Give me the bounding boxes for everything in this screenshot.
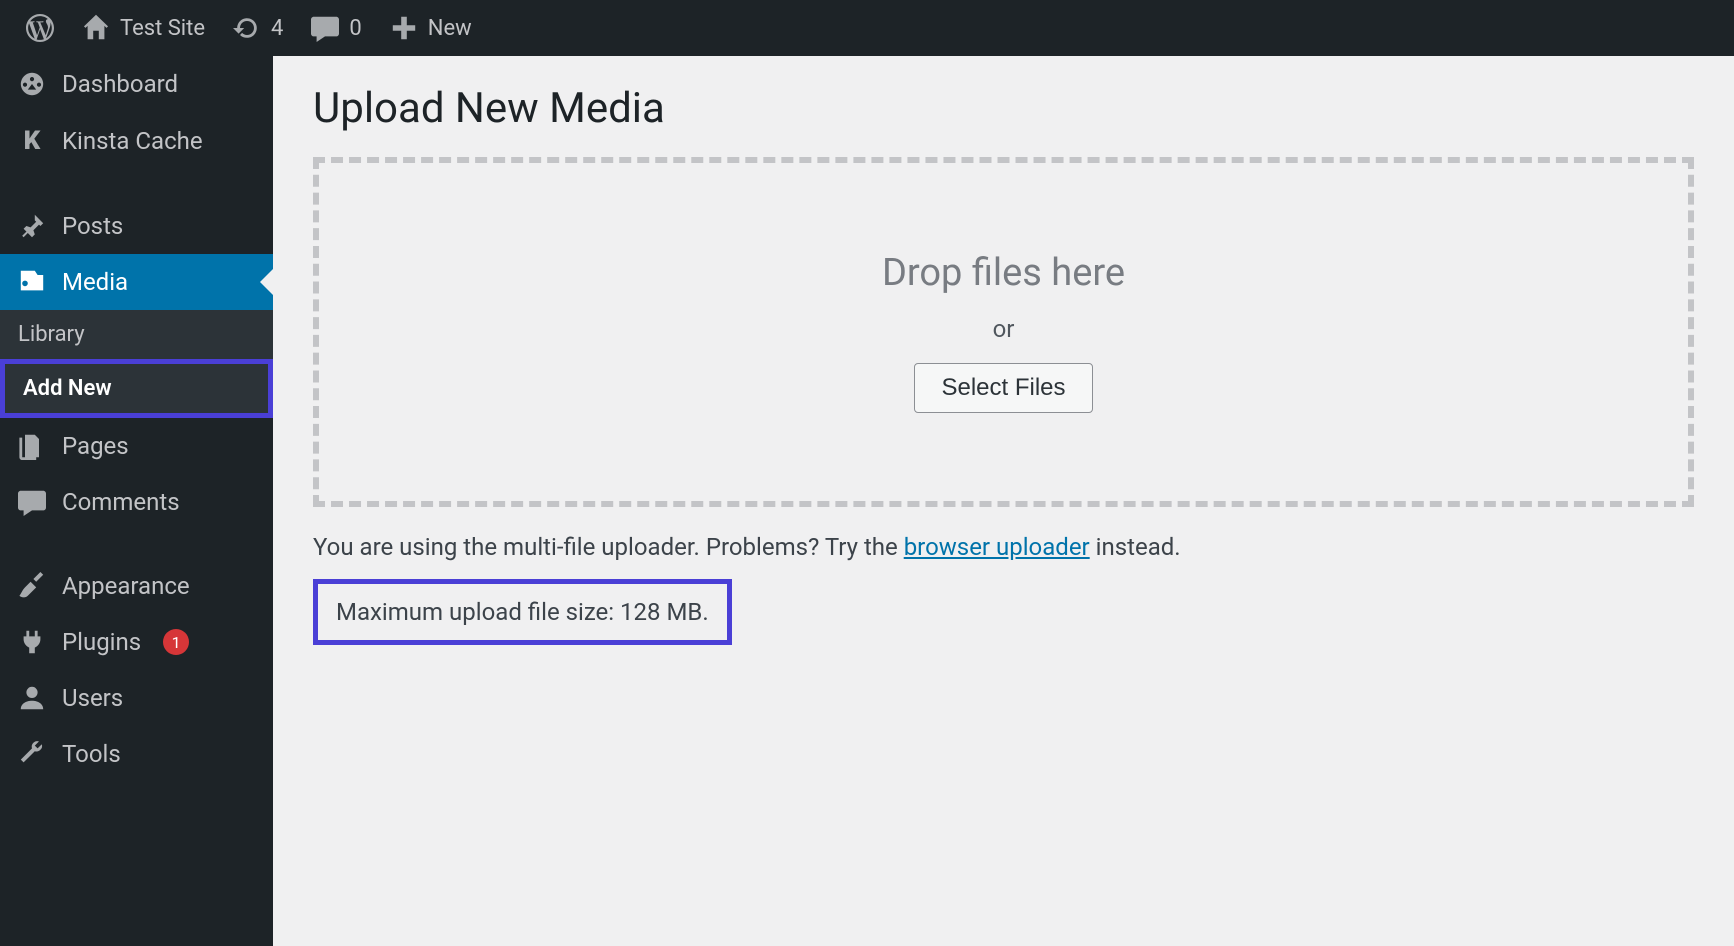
media-submenu: Library Add New <box>0 310 273 418</box>
site-link[interactable]: Test Site <box>68 0 219 56</box>
browser-uploader-link[interactable]: browser uploader <box>904 533 1090 561</box>
new-content-link[interactable]: New <box>376 0 486 56</box>
new-label: New <box>428 16 472 41</box>
sidebar-item-label: Pages <box>62 432 129 460</box>
pages-icon <box>18 432 46 460</box>
sidebar-item-plugins[interactable]: Plugins 1 <box>0 614 273 670</box>
comments-icon <box>18 488 46 516</box>
sidebar-item-kinsta[interactable]: K Kinsta Cache <box>0 112 273 170</box>
admin-sidebar: Dashboard K Kinsta Cache Posts Media Lib… <box>0 56 273 946</box>
wp-logo[interactable] <box>12 0 68 56</box>
kinsta-icon: K <box>18 126 46 156</box>
hint-prefix: You are using the multi-file uploader. P… <box>313 533 904 561</box>
sidebar-item-label: Tools <box>62 740 121 768</box>
hint-suffix: instead. <box>1090 533 1181 561</box>
or-text: or <box>993 315 1015 343</box>
admin-bar: Test Site 4 0 New <box>0 0 1734 56</box>
comments-link[interactable]: 0 <box>297 0 375 56</box>
sidebar-item-media[interactable]: Media <box>0 254 273 310</box>
sidebar-item-label: Users <box>62 684 123 712</box>
sidebar-item-appearance[interactable]: Appearance <box>0 558 273 614</box>
upload-dropzone[interactable]: Drop files here or Select Files <box>313 157 1694 507</box>
plug-icon <box>18 628 46 656</box>
wordpress-icon <box>26 14 54 42</box>
refresh-icon <box>233 14 261 42</box>
submenu-add-new[interactable]: Add New <box>0 359 273 418</box>
sidebar-item-label: Kinsta Cache <box>62 127 203 155</box>
user-icon <box>18 684 46 712</box>
uploader-hint: You are using the multi-file uploader. P… <box>313 533 1694 561</box>
dashboard-icon <box>18 70 46 98</box>
main-content: Upload New Media Drop files here or Sele… <box>273 56 1734 946</box>
sidebar-item-tools[interactable]: Tools <box>0 726 273 782</box>
brush-icon <box>18 572 46 600</box>
home-icon <box>82 14 110 42</box>
drop-files-text: Drop files here <box>882 251 1125 295</box>
updates-count: 4 <box>271 16 283 41</box>
comment-icon <box>311 14 339 42</box>
pin-icon <box>18 212 46 240</box>
sidebar-item-users[interactable]: Users <box>0 670 273 726</box>
sidebar-item-label: Posts <box>62 212 123 240</box>
page-title: Upload New Media <box>313 84 1694 133</box>
site-name-label: Test Site <box>120 16 205 41</box>
media-icon <box>18 268 46 296</box>
sidebar-item-label: Plugins <box>62 628 141 656</box>
sidebar-item-label: Comments <box>62 488 180 516</box>
max-upload-size: Maximum upload file size: 128 MB. <box>313 579 732 645</box>
submenu-library[interactable]: Library <box>0 310 273 359</box>
plugins-update-badge: 1 <box>163 629 189 655</box>
sidebar-item-posts[interactable]: Posts <box>0 198 273 254</box>
sidebar-item-label: Appearance <box>62 572 190 600</box>
plus-icon <box>390 14 418 42</box>
sidebar-item-pages[interactable]: Pages <box>0 418 273 474</box>
comments-count: 0 <box>349 16 361 41</box>
wrench-icon <box>18 740 46 768</box>
sidebar-item-label: Media <box>62 268 128 296</box>
sidebar-separator <box>0 530 273 558</box>
sidebar-separator <box>0 170 273 198</box>
updates-link[interactable]: 4 <box>219 0 297 56</box>
sidebar-item-comments[interactable]: Comments <box>0 474 273 530</box>
sidebar-item-dashboard[interactable]: Dashboard <box>0 56 273 112</box>
select-files-button[interactable]: Select Files <box>914 363 1092 413</box>
sidebar-item-label: Dashboard <box>62 70 178 98</box>
